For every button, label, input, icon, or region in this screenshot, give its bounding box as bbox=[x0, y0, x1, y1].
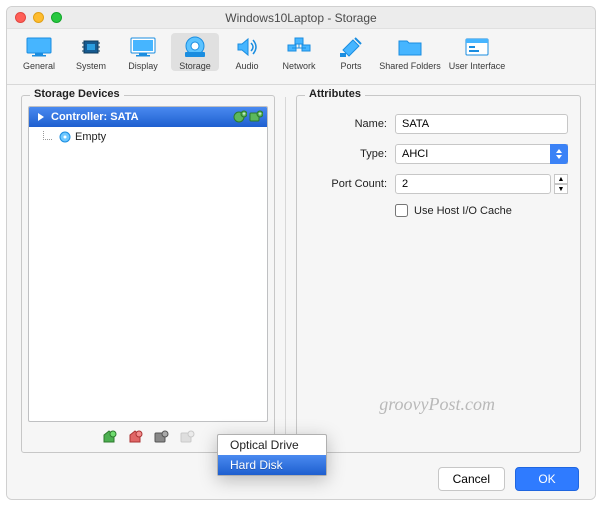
attributes-title: Attributes bbox=[305, 88, 365, 100]
tab-ports[interactable]: Ports bbox=[327, 33, 375, 71]
chevron-updown-icon[interactable] bbox=[550, 144, 568, 164]
settings-toolbar: General System Display Storage Audio bbox=[7, 29, 595, 85]
controller-label: Controller: SATA bbox=[51, 111, 139, 123]
storage-devices-panel: Storage Devices Controller: SATA + + Emp… bbox=[7, 85, 285, 459]
cancel-button[interactable]: Cancel bbox=[438, 467, 505, 491]
tab-user-interface[interactable]: User Interface bbox=[445, 33, 509, 71]
tab-general[interactable]: General bbox=[15, 33, 63, 71]
monitor-icon bbox=[24, 35, 54, 59]
stepper-up-icon[interactable]: ▲ bbox=[554, 174, 568, 184]
empty-slot-row[interactable]: Empty bbox=[29, 127, 267, 147]
harddisk-icon bbox=[180, 35, 210, 59]
ok-button[interactable]: OK bbox=[515, 467, 579, 491]
type-value[interactable] bbox=[395, 144, 568, 164]
name-label: Name: bbox=[309, 118, 387, 130]
network-icon bbox=[284, 35, 314, 59]
add-optical-icon[interactable]: + bbox=[233, 110, 247, 124]
window-title: Windows10Laptop - Storage bbox=[7, 11, 595, 25]
add-controller-button[interactable] bbox=[100, 428, 118, 446]
titlebar: Windows10Laptop - Storage bbox=[7, 7, 595, 29]
tab-audio[interactable]: Audio bbox=[223, 33, 271, 71]
chip-icon bbox=[76, 35, 106, 59]
tab-display[interactable]: Display bbox=[119, 33, 167, 71]
storage-devices-title: Storage Devices bbox=[30, 88, 124, 100]
add-attachment-menu: Optical Drive Hard Disk bbox=[217, 434, 327, 476]
display-icon bbox=[128, 35, 158, 59]
add-harddisk-icon[interactable]: + bbox=[249, 110, 263, 124]
add-attachment-button[interactable] bbox=[152, 428, 170, 446]
stepper-down-icon[interactable]: ▼ bbox=[554, 184, 568, 194]
type-select[interactable] bbox=[395, 144, 568, 164]
menu-hard-disk[interactable]: Hard Disk bbox=[218, 455, 326, 475]
speaker-icon bbox=[232, 35, 262, 59]
name-input[interactable] bbox=[395, 114, 568, 134]
hostio-checkbox[interactable] bbox=[395, 204, 408, 217]
portcount-input[interactable] bbox=[395, 174, 551, 194]
folder-icon bbox=[395, 35, 425, 59]
remove-controller-button[interactable] bbox=[126, 428, 144, 446]
tab-network[interactable]: Network bbox=[275, 33, 323, 71]
portcount-stepper[interactable]: ▲ ▼ bbox=[395, 174, 568, 194]
storage-tree[interactable]: Controller: SATA + + Empty bbox=[28, 106, 268, 422]
menu-optical-drive[interactable]: Optical Drive bbox=[218, 435, 326, 455]
empty-label: Empty bbox=[75, 131, 106, 143]
controller-row[interactable]: Controller: SATA + + bbox=[29, 107, 267, 127]
tab-storage[interactable]: Storage bbox=[171, 33, 219, 71]
ports-icon bbox=[336, 35, 366, 59]
type-label: Type: bbox=[309, 148, 387, 160]
controller-icon bbox=[35, 111, 47, 123]
storage-settings-window: Windows10Laptop - Storage General System… bbox=[6, 6, 596, 500]
disc-icon bbox=[59, 131, 71, 143]
tab-system[interactable]: System bbox=[67, 33, 115, 71]
svg-text:+: + bbox=[242, 112, 246, 118]
ui-icon bbox=[462, 35, 492, 59]
hostio-label: Use Host I/O Cache bbox=[414, 205, 512, 217]
portcount-label: Port Count: bbox=[309, 178, 387, 190]
remove-attachment-button[interactable] bbox=[178, 428, 196, 446]
main-area: Storage Devices Controller: SATA + + Emp… bbox=[7, 85, 595, 459]
attributes-panel: Attributes Name: Type: bbox=[286, 85, 595, 459]
svg-text:+: + bbox=[258, 112, 262, 118]
tab-shared-folders[interactable]: Shared Folders bbox=[379, 33, 441, 71]
